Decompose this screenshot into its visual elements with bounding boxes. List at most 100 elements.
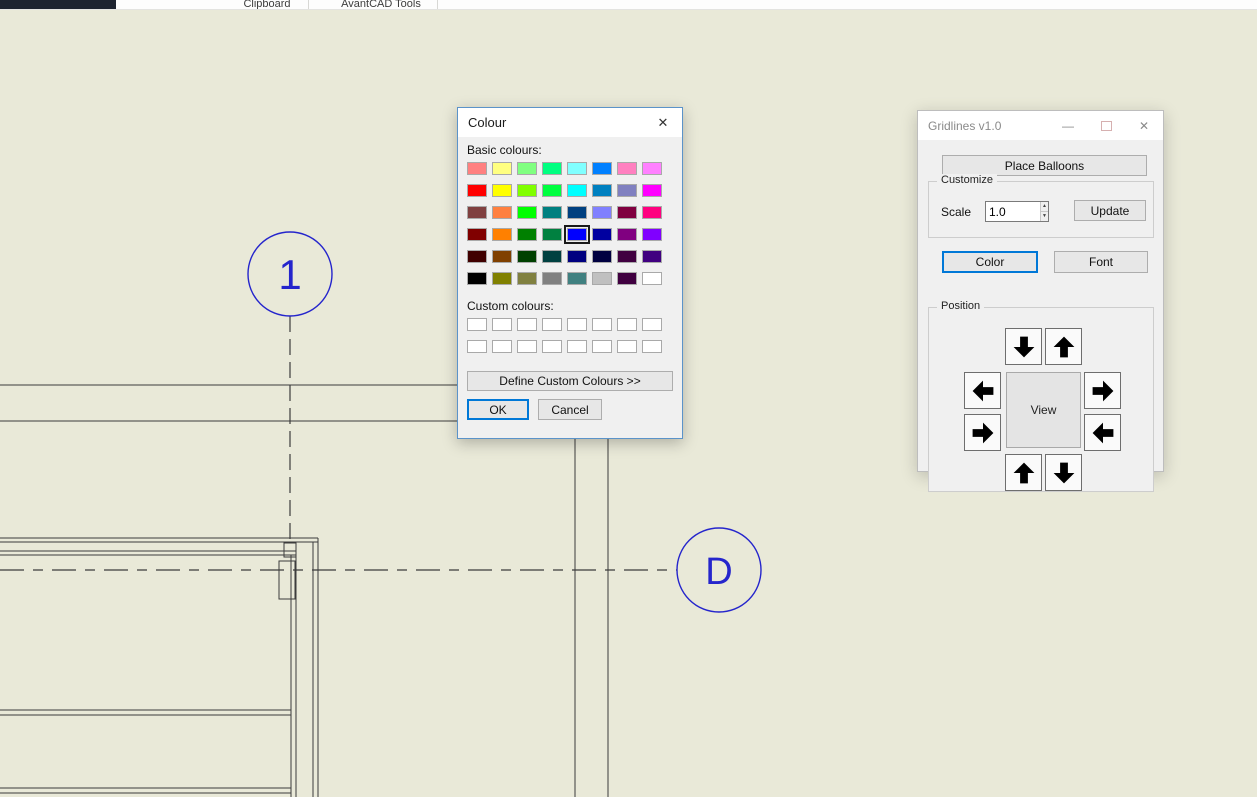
custom-colour-swatch[interactable] — [642, 318, 662, 331]
grid-balloon-1[interactable]: 1 — [248, 232, 332, 316]
custom-colour-swatch[interactable] — [592, 318, 612, 331]
basic-colour-swatch[interactable] — [617, 228, 637, 241]
ribbon-panel-separator — [308, 0, 309, 9]
basic-colour-swatch[interactable] — [492, 272, 512, 285]
custom-colour-swatch[interactable] — [467, 318, 487, 331]
maximize-icon[interactable] — [1087, 111, 1125, 140]
basic-colour-swatch[interactable] — [567, 184, 587, 197]
ok-button[interactable]: OK — [467, 399, 529, 420]
basic-colour-swatch[interactable] — [467, 162, 487, 175]
basic-colour-swatch[interactable] — [642, 250, 662, 263]
basic-colour-swatch[interactable] — [467, 206, 487, 219]
basic-colour-swatch[interactable] — [542, 272, 562, 285]
minimize-icon[interactable]: — — [1049, 111, 1087, 140]
basic-colour-swatch[interactable] — [617, 250, 637, 263]
basic-colour-swatch[interactable] — [517, 272, 537, 285]
basic-colour-swatch[interactable] — [467, 272, 487, 285]
basic-colour-swatch[interactable] — [517, 206, 537, 219]
basic-colour-swatch[interactable] — [567, 272, 587, 285]
basic-colour-swatch[interactable] — [517, 228, 537, 241]
basic-colour-swatch[interactable] — [592, 206, 612, 219]
basic-colour-swatch[interactable] — [592, 162, 612, 175]
update-button[interactable]: Update — [1074, 200, 1146, 221]
basic-colour-swatch[interactable] — [642, 228, 662, 241]
cancel-button[interactable]: Cancel — [538, 399, 602, 420]
gridlines-dialog: Gridlines v1.0 — ✕ Place Balloons Custom… — [917, 110, 1164, 472]
custom-colour-swatch[interactable] — [492, 340, 512, 353]
basic-colour-swatch[interactable] — [542, 228, 562, 241]
custom-colour-swatch[interactable] — [592, 340, 612, 353]
basic-colour-swatch[interactable] — [492, 228, 512, 241]
basic-colour-swatch[interactable] — [492, 250, 512, 263]
move-bottom-down-button[interactable] — [1045, 454, 1082, 491]
basic-colour-swatch[interactable] — [467, 250, 487, 263]
basic-colour-swatch[interactable] — [542, 184, 562, 197]
custom-colour-swatch[interactable] — [642, 340, 662, 353]
basic-colour-swatch[interactable] — [492, 162, 512, 175]
font-button[interactable]: Font — [1054, 251, 1148, 273]
view-box[interactable]: View — [1006, 372, 1081, 448]
right-arrow-icon — [970, 420, 996, 446]
place-balloons-button[interactable]: Place Balloons — [942, 155, 1147, 176]
basic-colour-swatch[interactable] — [467, 184, 487, 197]
scale-label: Scale — [941, 205, 971, 219]
basic-colour-swatch[interactable] — [567, 250, 587, 263]
color-button[interactable]: Color — [942, 251, 1038, 273]
gridlines-dialog-titlebar[interactable]: Gridlines v1.0 — ✕ — [918, 111, 1163, 140]
scale-input[interactable] — [986, 202, 1040, 221]
basic-colour-swatch[interactable] — [642, 272, 662, 285]
custom-colours-label: Custom colours: — [467, 299, 673, 313]
basic-colour-swatch[interactable] — [592, 228, 612, 241]
basic-colour-swatch[interactable] — [542, 206, 562, 219]
define-custom-colours-button[interactable]: Define Custom Colours >> — [467, 371, 673, 391]
basic-colour-swatch[interactable] — [592, 272, 612, 285]
basic-colour-swatch[interactable] — [517, 162, 537, 175]
move-left-in-button[interactable] — [964, 414, 1001, 451]
custom-colour-swatch[interactable] — [542, 340, 562, 353]
basic-colour-swatch[interactable] — [617, 206, 637, 219]
move-right-out-button[interactable] — [1084, 372, 1121, 409]
custom-colour-swatch[interactable] — [617, 340, 637, 353]
ribbon-panel-clipboard[interactable]: Clipboard — [222, 0, 312, 10]
basic-colour-swatch[interactable] — [642, 162, 662, 175]
move-right-in-button[interactable] — [1084, 414, 1121, 451]
move-top-down-button[interactable] — [1005, 328, 1042, 365]
custom-colour-swatch[interactable] — [467, 340, 487, 353]
custom-colour-swatch[interactable] — [542, 318, 562, 331]
basic-colour-swatch[interactable] — [492, 206, 512, 219]
move-left-out-button[interactable] — [964, 372, 1001, 409]
basic-colour-swatch[interactable] — [517, 184, 537, 197]
custom-colour-swatch[interactable] — [492, 318, 512, 331]
ribbon-panel-avantcad-tools[interactable]: AvantCAD Tools — [325, 0, 437, 10]
basic-colour-swatch[interactable] — [642, 206, 662, 219]
customize-label: Customize — [937, 174, 997, 186]
down-arrow-icon — [1011, 334, 1037, 360]
custom-colour-swatch[interactable] — [517, 340, 537, 353]
grid-balloon-d[interactable]: D — [677, 528, 761, 612]
custom-colour-swatch[interactable] — [617, 318, 637, 331]
basic-colour-swatch[interactable] — [567, 228, 587, 241]
colour-dialog-titlebar[interactable]: Colour ✕ — [458, 108, 682, 137]
close-icon[interactable]: ✕ — [1125, 111, 1163, 140]
move-top-up-button[interactable] — [1045, 328, 1082, 365]
basic-colour-swatch[interactable] — [567, 162, 587, 175]
basic-colour-swatch[interactable] — [542, 162, 562, 175]
basic-colour-swatch[interactable] — [517, 250, 537, 263]
basic-colour-swatch[interactable] — [617, 184, 637, 197]
basic-colour-swatch[interactable] — [642, 184, 662, 197]
spinner-down-icon[interactable]: ▼ — [1041, 212, 1048, 221]
basic-colour-swatch[interactable] — [567, 206, 587, 219]
basic-colour-swatch[interactable] — [592, 250, 612, 263]
close-icon[interactable]: ✕ — [644, 108, 682, 137]
basic-colour-swatch[interactable] — [592, 184, 612, 197]
basic-colour-swatch[interactable] — [467, 228, 487, 241]
basic-colour-swatch[interactable] — [492, 184, 512, 197]
custom-colour-swatch[interactable] — [567, 340, 587, 353]
basic-colour-swatch[interactable] — [617, 162, 637, 175]
basic-colour-swatch[interactable] — [617, 272, 637, 285]
custom-colour-swatch[interactable] — [567, 318, 587, 331]
custom-colour-swatch[interactable] — [517, 318, 537, 331]
basic-colour-swatch[interactable] — [542, 250, 562, 263]
move-bottom-up-button[interactable] — [1005, 454, 1042, 491]
spinner-up-icon[interactable]: ▲ — [1041, 202, 1048, 212]
